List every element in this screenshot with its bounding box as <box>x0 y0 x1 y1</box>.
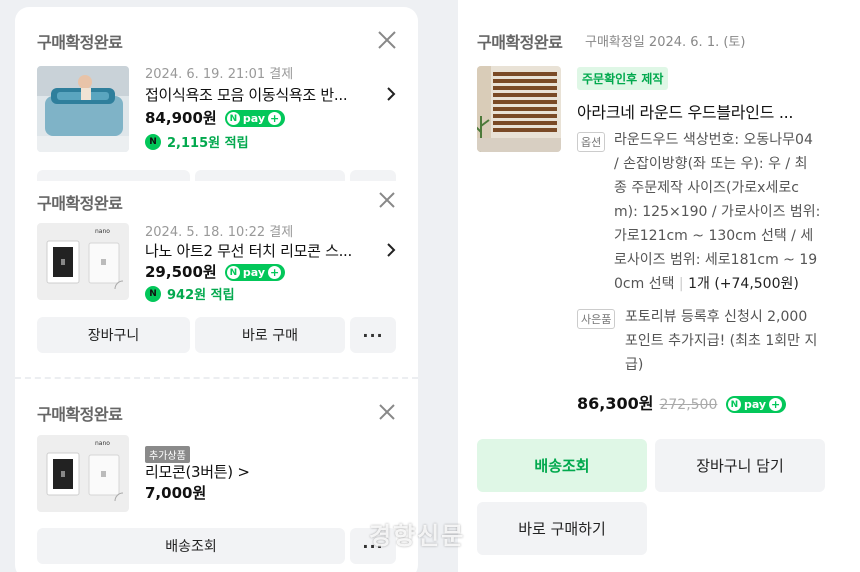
product-thumbnail-blind[interactable] <box>477 66 561 152</box>
newspaper-watermark: 경향신문 <box>369 522 466 550</box>
add-to-cart-button[interactable]: 장바구니 담기 <box>655 439 825 492</box>
gift-line: 급) <box>625 357 644 373</box>
points-value: 2,115원 적립 <box>167 136 249 151</box>
naver-n-icon: N <box>727 398 741 411</box>
close-icon[interactable] <box>377 30 397 50</box>
gift-details: 포토리뷰 등록후 신청시 2,000 포인트 추가지급! (최초 1회만 지 급… <box>625 305 830 377</box>
track-delivery-button[interactable]: 배송조회 <box>477 439 647 492</box>
chevron-right-icon[interactable] <box>385 242 397 258</box>
product-price: 29,500원 Npay + <box>145 261 286 282</box>
npay-label: pay <box>743 398 767 411</box>
close-icon[interactable] <box>378 403 398 423</box>
naver-point-icon: N <box>145 133 161 150</box>
order-date: 2024. 5. 18. 10:22 결제 <box>145 225 294 240</box>
product-name[interactable]: 아라크네 라운드 우드블라인드 ... <box>577 99 817 123</box>
buy-now-button[interactable]: 바로 구매하기 <box>477 502 647 555</box>
order-status-title: 구매확정완료 <box>37 33 123 52</box>
order-date: 2024. 6. 19. 21:01 결제 <box>145 67 294 82</box>
naver-n-icon: N <box>226 266 240 279</box>
option-line: 라운드우드 색상번호: 오동나무04 <box>614 132 813 148</box>
npay-plus-badge: Npay + <box>224 110 286 127</box>
option-line: / 손잡이방향(좌 또는 우): 우 / 최 <box>614 156 808 172</box>
product-name[interactable]: 리모콘(3버튼) > <box>145 461 373 482</box>
product-price: 86,300원 272,500 Npay + <box>577 390 787 414</box>
plus-icon: + <box>268 266 282 279</box>
option-line: 0cm 선택 <box>614 276 675 292</box>
option-badge: 옵션 <box>577 132 606 152</box>
option-line: 가로121cm ~ 130cm 선택 / 세 <box>614 228 814 244</box>
npay-plus-badge: Npay + <box>725 396 787 413</box>
npay-label: pay <box>242 266 266 279</box>
points-earned: N 2,115원 적립 <box>145 132 249 151</box>
buy-now-button[interactable]: 바로 구매 <box>195 317 345 353</box>
npay-plus-badge: Npay + <box>224 264 286 281</box>
made-to-order-tag: 주문확인후 제작 <box>577 67 669 90</box>
price-value: 86,300원 <box>577 394 654 413</box>
order-status-title: 구매확정완료 <box>37 405 123 424</box>
product-name[interactable]: 접이식욕조 모음 이동식욕조 반... <box>145 84 373 105</box>
option-quantity: 1개 (+74,500원) <box>688 276 799 292</box>
order-status-title: 구매확정완료 <box>37 194 123 213</box>
npay-label: pay <box>242 112 266 125</box>
naver-n-icon: N <box>226 112 240 125</box>
gift-badge: 사은품 <box>577 309 616 329</box>
product-name[interactable]: 나노 아트2 무선 터치 리모콘 스... <box>145 240 373 261</box>
svg-text:nano: nano <box>95 440 110 447</box>
product-thumbnail-remote[interactable]: nano <box>37 223 129 300</box>
svg-text:nano: nano <box>95 228 110 235</box>
track-delivery-button[interactable]: 배송조회 <box>37 528 345 564</box>
section-divider <box>15 377 418 379</box>
option-line: 종 주문제작 사이즈(가로x세로c <box>614 180 799 196</box>
plus-icon: + <box>769 398 783 411</box>
product-price: 7,000원 <box>145 482 206 503</box>
chevron-right-icon[interactable] <box>385 86 397 102</box>
order-status-title: 구매확정완료 <box>477 33 563 52</box>
price-value: 29,500원 <box>145 263 217 281</box>
option-line: 로사이즈 범위: 세로181cm ~ 19 <box>614 252 818 268</box>
price-value: 84,900원 <box>145 109 217 127</box>
cart-button[interactable]: 장바구니 <box>37 317 190 353</box>
naver-point-icon: N <box>145 285 161 302</box>
close-icon[interactable] <box>378 191 398 211</box>
points-value: 942원 적립 <box>167 288 235 303</box>
option-line-last: 0cm 선택 | 1개 (+74,500원) <box>614 276 799 292</box>
original-price: 272,500 <box>659 397 718 413</box>
option-line: m): 125×190 / 가로사이즈 범위: <box>614 204 821 220</box>
product-thumbnail-bathtub[interactable] <box>37 66 129 152</box>
more-options-button[interactable]: ··· <box>350 317 396 353</box>
gift-line: 포토리뷰 등록후 신청시 2,000 <box>625 309 808 325</box>
product-price: 84,900원 Npay + <box>145 107 286 128</box>
plus-icon: + <box>268 112 282 125</box>
option-details: 라운드우드 색상번호: 오동나무04 / 손잡이방향(좌 또는 우): 우 / … <box>614 128 829 296</box>
product-thumbnail-remote[interactable]: nano <box>37 435 129 512</box>
gift-line: 포인트 추가지급! (최초 1회만 지 <box>625 333 818 349</box>
confirm-date: 구매확정일 2024. 6. 1. (토) <box>585 35 746 50</box>
price-value: 7,000원 <box>145 484 207 502</box>
points-earned: N 942원 적립 <box>145 284 235 303</box>
